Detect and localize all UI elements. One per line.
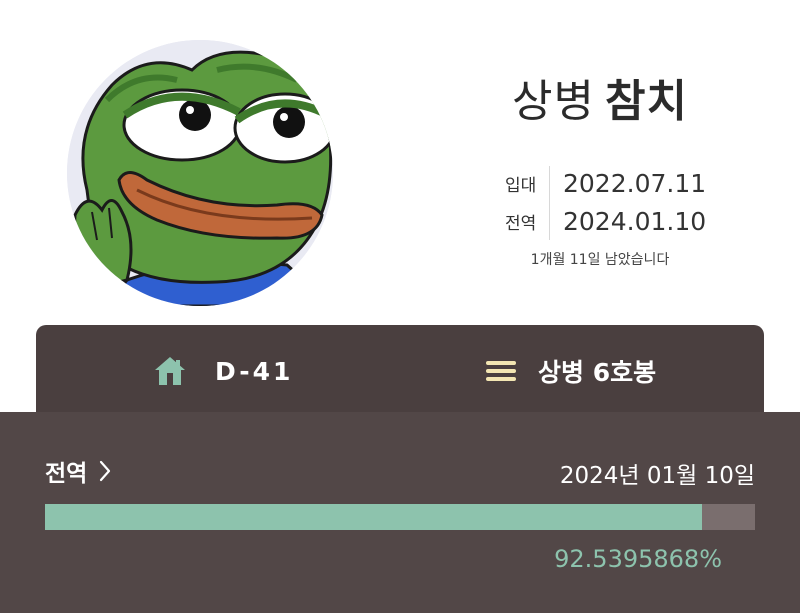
enlist-label: 입대 (505, 175, 537, 196)
home-icon (153, 355, 187, 387)
rank-label: 상병 (512, 76, 595, 127)
progress-fill (45, 504, 703, 530)
discharge-panel-date: 2024년 01월 10일 (559, 463, 755, 489)
service-dates: 입대 2022.07.11 전역 2024.01.10 (505, 164, 725, 240)
military-profile-screen: 상병 참치 입대 2022.07.11 전역 2024.01.10 1개월 11일… (0, 0, 800, 613)
date-divider (549, 166, 550, 240)
dday-value: D-41 (215, 356, 294, 386)
user-name: 상병 참치 (470, 72, 730, 132)
dday-item[interactable]: D-41 (153, 325, 293, 417)
service-progress-bar (45, 504, 755, 530)
discharge-date: 2024.01.10 (563, 206, 707, 236)
remaining-text: 1개월 11일 남았습니다 (530, 252, 670, 268)
grade-item[interactable]: 상병 6호봉 (486, 325, 656, 417)
status-bar: D-41 상병 6호봉 (36, 325, 764, 425)
discharge-link[interactable]: 전역 (45, 454, 111, 488)
discharge-label: 전역 (505, 213, 537, 234)
menu-icon (486, 359, 516, 383)
progress-percent-text: 92.5395868% (554, 545, 722, 573)
discharge-panel-label: 전역 (45, 461, 88, 487)
nickname: 참치 (605, 76, 688, 127)
enlist-date: 2022.07.11 (563, 168, 707, 198)
discharge-panel: 전역 2024년 01월 10일 92.5395868% (0, 412, 800, 613)
discharge-row: 전역 2024.01.10 (505, 202, 725, 240)
chevron-right-icon (99, 460, 111, 482)
avatar (67, 40, 333, 306)
enlist-row: 입대 2022.07.11 (505, 164, 725, 202)
grade-value: 상병 6호봉 (538, 358, 657, 387)
